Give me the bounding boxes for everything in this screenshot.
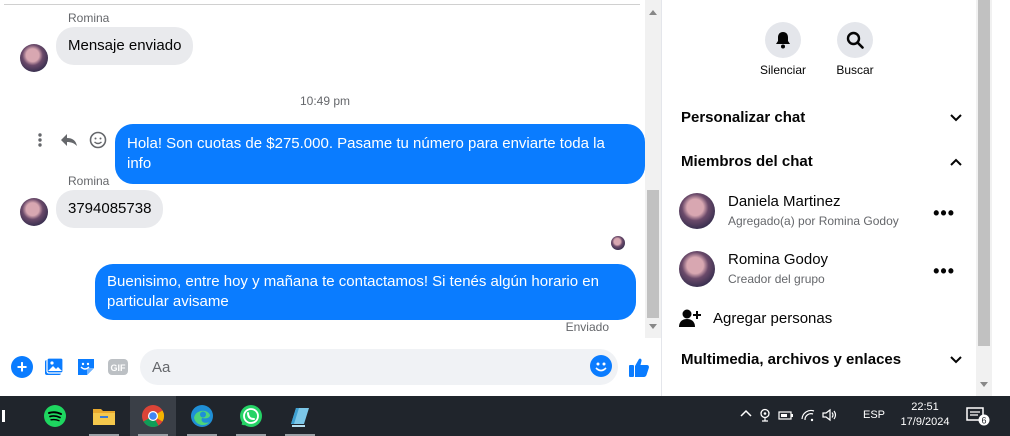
message-timestamp: 10:49 pm [299,94,351,108]
language-indicator[interactable]: ESP [863,409,885,421]
chevron-down-icon [949,111,963,125]
scroll-down-arrow-icon[interactable] [980,382,988,387]
like-icon[interactable] [628,356,650,378]
sender-name: Romina [68,11,110,25]
mute-label: Silenciar [759,63,807,77]
edge-icon[interactable] [179,396,225,436]
notes-icon[interactable] [277,396,323,436]
message-list: Romina Mensaje enviado 10:49 pm Hola! So… [0,0,645,338]
member-name: Daniela Martinez [728,193,841,210]
add-person-icon [679,309,701,327]
search-button[interactable] [837,22,873,58]
avatar [20,198,48,226]
mute-button[interactable] [765,22,801,58]
more-options-icon[interactable]: ••• [933,203,955,224]
clock-time: 22:51 [911,401,939,413]
chrome-icon[interactable] [130,396,176,436]
member-item[interactable]: Romina Godoy Creador del grupo ••• [679,247,969,291]
file-explorer-icon[interactable] [81,396,127,436]
emoji-icon[interactable] [590,355,612,377]
bell-icon [776,32,790,49]
panel-scrollbar[interactable] [976,0,992,396]
clock-date: 17/9/2024 [900,416,950,428]
section-title: Personalizar chat [681,109,806,126]
outgoing-message[interactable]: Buenisimo, entre hoy y mañana te contact… [95,264,636,320]
gif-label: GIF [111,363,127,373]
member-subtitle: Creador del grupo [728,272,825,286]
seen-avatar [611,236,625,250]
notification-icon: 6 [966,407,990,426]
chat-scrollbar[interactable] [645,0,661,338]
messenger-window: Romina Mensaje enviado 10:49 pm Hola! So… [0,0,1010,436]
gif-icon[interactable]: GIF [107,356,129,378]
customize-chat-section[interactable]: Personalizar chat [681,109,963,126]
divider [4,4,640,5]
reply-icon[interactable] [59,130,79,150]
spotify-icon[interactable] [32,396,78,436]
section-title: Miembros del chat [681,153,813,170]
scroll-thumb[interactable] [978,0,990,346]
avatar [679,251,715,287]
message-input-container[interactable] [140,349,618,385]
chevron-up-icon[interactable] [740,408,752,425]
chat-members-section[interactable]: Miembros del chat [681,153,963,170]
image-icon[interactable] [43,356,65,378]
volume-icon[interactable] [822,408,838,425]
notification-center-button[interactable]: 6 [966,406,990,426]
notification-count: 6 [981,416,986,426]
message-input[interactable] [152,357,582,377]
react-emoji-icon[interactable] [88,130,108,150]
wifi-icon[interactable] [800,408,816,425]
member-subtitle: Agregado(a) por Romina Godoy [728,214,899,228]
outgoing-message[interactable]: Hola! Son cuotas de $275.000. Pasame tu … [115,124,645,184]
avatar [679,193,715,229]
add-people-label: Agregar personas [713,309,833,327]
battery-icon[interactable] [778,408,794,425]
search-icon [846,31,864,49]
windows-taskbar: ESP 22:51 17/9/2024 6 [0,396,1010,436]
sender-name: Romina [68,174,110,188]
plus-icon[interactable]: + [11,356,33,378]
avatar [20,44,48,72]
scroll-up-arrow-icon[interactable] [649,10,657,15]
webcam-icon[interactable] [758,408,772,425]
scroll-down-arrow-icon[interactable] [649,324,657,329]
incoming-message[interactable]: 3794085738 [56,190,164,228]
whatsapp-icon[interactable] [228,396,274,436]
message-actions [30,130,108,150]
search-label: Buscar [836,63,874,77]
composer: + GIF [0,342,662,392]
section-title: Multimedia, archivos y enlaces [681,351,902,368]
member-name: Romina Godoy [728,251,829,268]
scroll-thumb[interactable] [647,190,659,318]
more-options-icon[interactable]: ••• [933,261,955,282]
chevron-up-icon [949,155,963,169]
system-tray [740,408,838,425]
chat-pane: Romina Mensaje enviado 10:49 pm Hola! So… [0,0,662,396]
clock[interactable]: 22:51 17/9/2024 [895,400,955,430]
task-view-icon[interactable] [0,396,16,436]
member-item[interactable]: Daniela Martinez Agregado(a) por Romina … [679,189,969,233]
incoming-message[interactable]: Mensaje enviado [56,27,194,65]
media-files-links-section[interactable]: Multimedia, archivos y enlaces [681,351,963,368]
chevron-down-icon [949,353,963,367]
sent-status: Enviado [565,320,609,334]
more-options-icon[interactable] [30,130,50,150]
sticker-icon[interactable] [75,356,97,378]
add-people-button[interactable]: Agregar personas [679,306,832,330]
chat-info-panel: Silenciar Buscar Personalizar chat Miemb… [663,0,975,396]
